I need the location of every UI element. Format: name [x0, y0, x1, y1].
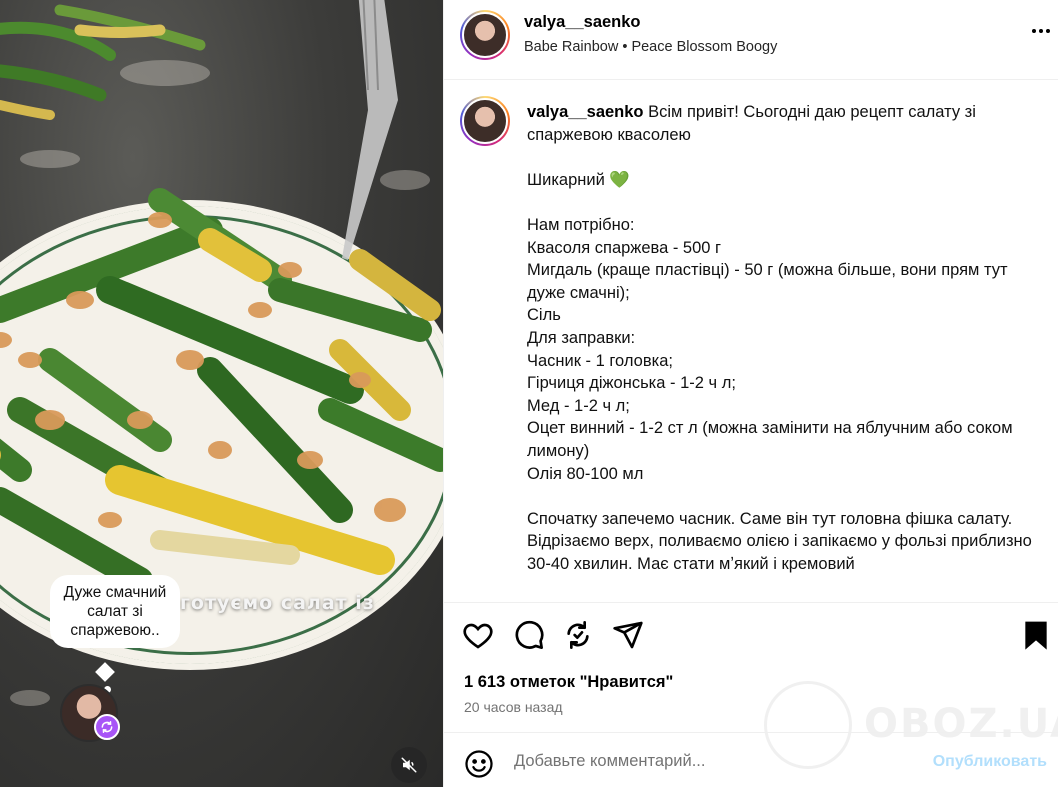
post-media[interactable]: готуємо салат із Дуже смачний салат зі с…	[0, 0, 443, 787]
caption-username[interactable]: valya__saenko	[527, 103, 644, 121]
comment-icon[interactable]	[513, 619, 545, 651]
caption-body: Нам потрібно: Квасоля спаржева - 500 г М…	[527, 215, 1032, 601]
video-overlay-text: готуємо салат із	[180, 592, 375, 614]
note-bubble: Дуже смачний салат зі спаржевою..	[50, 575, 180, 648]
caption-avatar[interactable]	[460, 96, 510, 146]
emoji-icon[interactable]	[464, 749, 494, 779]
green-heart-emoji: 💚	[609, 170, 630, 189]
speaker-muted-icon	[401, 757, 417, 773]
post-time[interactable]: 20 часов назад	[464, 699, 563, 715]
author-username[interactable]: valya__saenko	[524, 13, 641, 32]
caption-text: valya__saenko Всім привіт! Сьогодні даю …	[527, 101, 1032, 601]
bookmark-icon[interactable]	[1020, 619, 1052, 651]
heart-icon[interactable]	[462, 619, 494, 651]
publish-button[interactable]: Опубликовать	[933, 753, 1047, 771]
remix-icon[interactable]	[94, 714, 120, 740]
note-bubble-tail	[95, 662, 115, 682]
author-avatar[interactable]	[460, 10, 510, 60]
background-beans	[0, 4, 206, 120]
audio-track[interactable]: Babe Rainbow • Peace Blossom Boogy	[524, 39, 777, 55]
post-details-panel: valya__saenko Babe Rainbow • Peace Bloss…	[443, 0, 1058, 787]
more-options-button[interactable]	[1029, 19, 1053, 48]
more-horizontal-icon	[1032, 29, 1050, 33]
mute-button[interactable]	[391, 747, 427, 783]
caption-scroll-area[interactable]: valya__saenko Всім привіт! Сьогодні даю …	[444, 81, 1058, 601]
likes-count[interactable]: 1 613 отметок "Нравится"	[464, 673, 673, 692]
repost-icon[interactable]	[562, 619, 594, 651]
share-icon[interactable]	[612, 619, 644, 651]
action-bar: 1 613 отметок "Нравится" 20 часов назад …	[444, 602, 1058, 769]
flour-dust	[10, 690, 50, 706]
comment-input[interactable]	[514, 745, 914, 777]
post-header: valya__saenko Babe Rainbow • Peace Bloss…	[444, 0, 1058, 80]
fork	[342, 0, 398, 260]
comment-bar: Опубликовать	[444, 732, 1058, 787]
